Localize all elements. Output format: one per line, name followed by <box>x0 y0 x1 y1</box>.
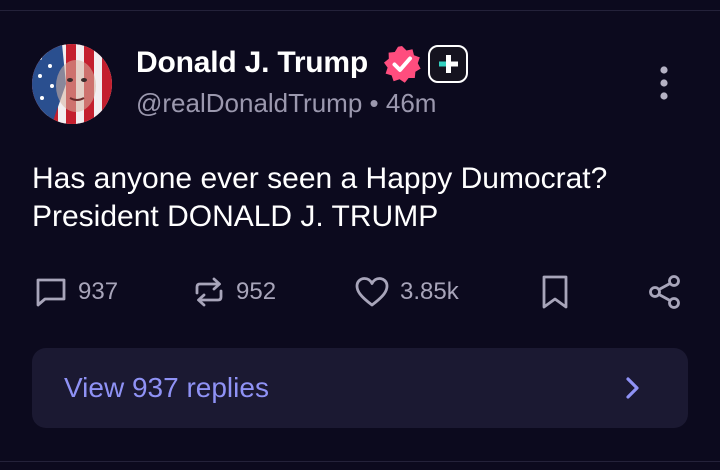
view-replies-button[interactable]: View 937 replies <box>32 348 688 428</box>
separator-dot: • <box>369 88 379 118</box>
view-replies-label: View 937 replies <box>64 372 269 403</box>
bookmark-button[interactable] <box>540 270 570 314</box>
chevron-right-icon <box>618 374 646 402</box>
share-icon <box>649 275 680 309</box>
author-handle[interactable]: @realDonaldTrump <box>136 88 362 118</box>
bookmark-icon <box>542 275 568 309</box>
handle-line: @realDonaldTrump • 46m <box>136 88 436 119</box>
post-text-line-2: President DONALD J. TRUMP <box>32 200 439 233</box>
post-text-line-1: Has anyone ever seen a Happy Dumocrat? <box>32 162 608 195</box>
post-text: Has anyone ever seen a Happy Dumocrat? P… <box>32 160 692 236</box>
verified-badge-icon <box>382 44 422 84</box>
post-card: Donald J. Trump @realDonaldTrump • 46m H… <box>0 0 720 470</box>
reply-count: 937 <box>78 278 119 305</box>
like-button[interactable]: 3.85k <box>354 270 459 314</box>
top-divider <box>0 10 720 11</box>
timestamp[interactable]: 46m <box>386 88 437 118</box>
bottom-divider <box>0 461 720 462</box>
repost-icon <box>195 277 223 307</box>
reply-button[interactable]: 937 <box>34 270 118 314</box>
avatar[interactable] <box>32 44 112 124</box>
repost-count: 952 <box>236 278 277 305</box>
plus-badge-icon[interactable] <box>428 45 468 83</box>
heart-icon <box>355 277 389 307</box>
more-vertical-icon[interactable] <box>650 64 678 104</box>
repost-button[interactable]: 952 <box>192 270 276 314</box>
author-name[interactable]: Donald J. Trump <box>136 46 368 80</box>
share-button[interactable] <box>648 270 682 314</box>
comment-icon <box>36 278 66 307</box>
avatar-image <box>32 44 112 124</box>
like-count: 3.85k <box>400 278 459 305</box>
action-bar: 937 952 3.85k <box>0 270 720 314</box>
